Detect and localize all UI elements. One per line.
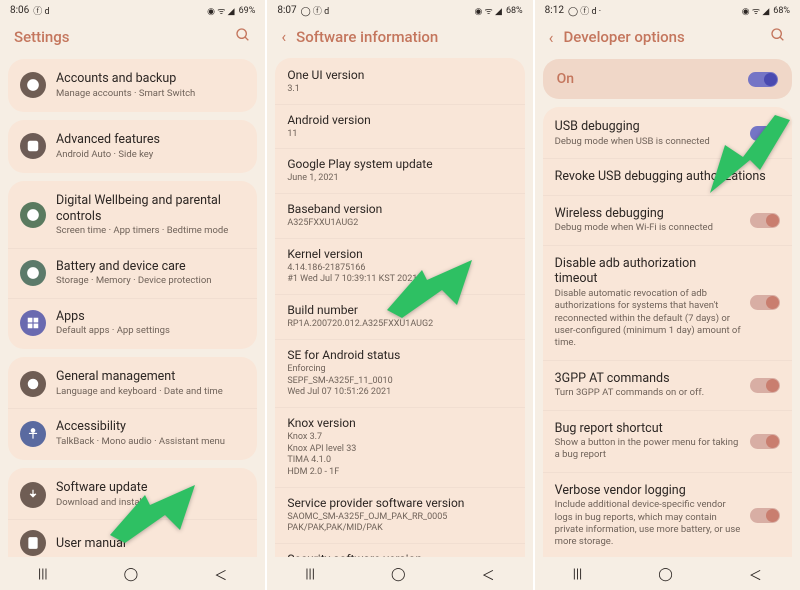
toggle-switch[interactable]: [750, 213, 780, 228]
back-button[interactable]: ＜: [749, 565, 762, 584]
nav-bar: ||| ◯ ＜: [535, 557, 800, 590]
settings-item-adv[interactable]: Advanced featuresAndroid Auto · Side key: [8, 122, 257, 171]
page-title: Developer options: [563, 28, 760, 46]
dev-option[interactable]: USB debuggingDebug mode when USB is conn…: [543, 109, 792, 159]
info-row[interactable]: Google Play system updateJune 1, 2021: [275, 149, 524, 194]
info-row[interactable]: Security software version: [275, 544, 524, 557]
home-button[interactable]: ◯: [124, 567, 139, 582]
developer-options-pane: 8:12◯ ⓕ d · ◉ ᯤ ◢ 68% ‹ Developer option…: [535, 0, 800, 590]
settings-item-gen[interactable]: General managementLanguage and keyboard …: [8, 359, 257, 409]
adv-icon: [20, 133, 46, 159]
dev-option[interactable]: Wireless debuggingDebug mode when Wi-Fi …: [543, 196, 792, 246]
status-bar: 8:06ⓕ d ◉ ᯤ ◢ 69%: [0, 0, 265, 19]
home-button[interactable]: ◯: [658, 567, 673, 582]
settings-item-well[interactable]: Digital Wellbeing and parental controlsS…: [8, 183, 257, 249]
info-row[interactable]: Build numberRP1A.200720.012.A325FXXU1AUG…: [275, 295, 524, 340]
back-icon[interactable]: ‹: [549, 28, 554, 47]
toggle-switch[interactable]: [750, 434, 780, 449]
toggle-switch[interactable]: [750, 378, 780, 393]
header: ‹ Software information: [267, 19, 532, 58]
info-row[interactable]: Knox versionKnox 3.7Knox API level 33TIM…: [275, 408, 524, 488]
nav-bar: ||| ◯ ＜: [267, 557, 532, 590]
settings-item-upd[interactable]: Software updateDownload and install: [8, 470, 257, 520]
settings-item-man[interactable]: User manual: [8, 520, 257, 557]
recents-button[interactable]: |||: [573, 567, 583, 582]
settings-item-apps[interactable]: AppsDefault apps · App settings: [8, 299, 257, 348]
dev-option[interactable]: 3GPP AT commandsTurn 3GPP AT commands on…: [543, 361, 792, 411]
info-row[interactable]: Android version11: [275, 105, 524, 150]
settings-item-acc[interactable]: AccessibilityTalkBack · Mono audio · Ass…: [8, 409, 257, 458]
status-bar: 8:07◯ ⓕ d ◉ ᯤ ◢ 68%: [267, 0, 532, 19]
man-icon: [20, 530, 46, 556]
toggle-switch[interactable]: [750, 126, 780, 141]
acc-icon: [20, 421, 46, 447]
info-row[interactable]: Service provider software versionSAOMC_S…: [275, 488, 524, 544]
toggle-switch[interactable]: [748, 72, 778, 87]
software-info-pane: 8:07◯ ⓕ d ◉ ᯤ ◢ 68% ‹ Software informati…: [267, 0, 534, 590]
recents-button[interactable]: |||: [38, 567, 48, 582]
search-icon[interactable]: [235, 27, 251, 47]
nav-bar: ||| ◯ ＜: [0, 557, 265, 590]
settings-item-bat[interactable]: Battery and device careStorage · Memory …: [8, 249, 257, 299]
search-icon[interactable]: [770, 27, 786, 47]
recents-button[interactable]: |||: [305, 567, 315, 582]
settings-item-cloud[interactable]: Accounts and backupManage accounts · Sma…: [8, 61, 257, 110]
info-row[interactable]: Kernel version4.14.186-21875166#1 Wed Ju…: [275, 239, 524, 295]
info-row[interactable]: SE for Android statusEnforcingSEPF_SM-A3…: [275, 340, 524, 408]
dev-option[interactable]: Disable adb authorization timeoutDisable…: [543, 246, 792, 361]
back-button[interactable]: ＜: [482, 565, 495, 584]
info-row[interactable]: One UI version3.1: [275, 60, 524, 105]
page-title: Software information: [296, 28, 519, 46]
apps-icon: [20, 310, 46, 336]
dev-option[interactable]: Bug report shortcutShow a button in the …: [543, 411, 792, 473]
developer-options-master-toggle[interactable]: On: [543, 59, 792, 99]
dev-option[interactable]: Revoke USB debugging authorizations: [543, 159, 792, 196]
header: ‹ Developer options: [535, 19, 800, 59]
cloud-icon: [20, 72, 46, 98]
home-button[interactable]: ◯: [391, 567, 406, 582]
settings-pane: 8:06ⓕ d ◉ ᯤ ◢ 69% Settings Accounts and …: [0, 0, 267, 590]
header: Settings: [0, 19, 265, 59]
info-row[interactable]: Baseband versionA325FXXU1AUG2: [275, 194, 524, 239]
status-bar: 8:12◯ ⓕ d · ◉ ᯤ ◢ 68%: [535, 0, 800, 19]
bat-icon: [20, 260, 46, 286]
toggle-switch[interactable]: [750, 295, 780, 310]
upd-icon: [20, 482, 46, 508]
back-icon[interactable]: ‹: [281, 27, 286, 46]
well-icon: [20, 202, 46, 228]
toggle-switch[interactable]: [750, 508, 780, 523]
dev-option[interactable]: Verbose vendor loggingInclude additional…: [543, 473, 792, 557]
gen-icon: [20, 371, 46, 397]
page-title: Settings: [14, 28, 225, 46]
back-button[interactable]: ＜: [214, 565, 227, 584]
